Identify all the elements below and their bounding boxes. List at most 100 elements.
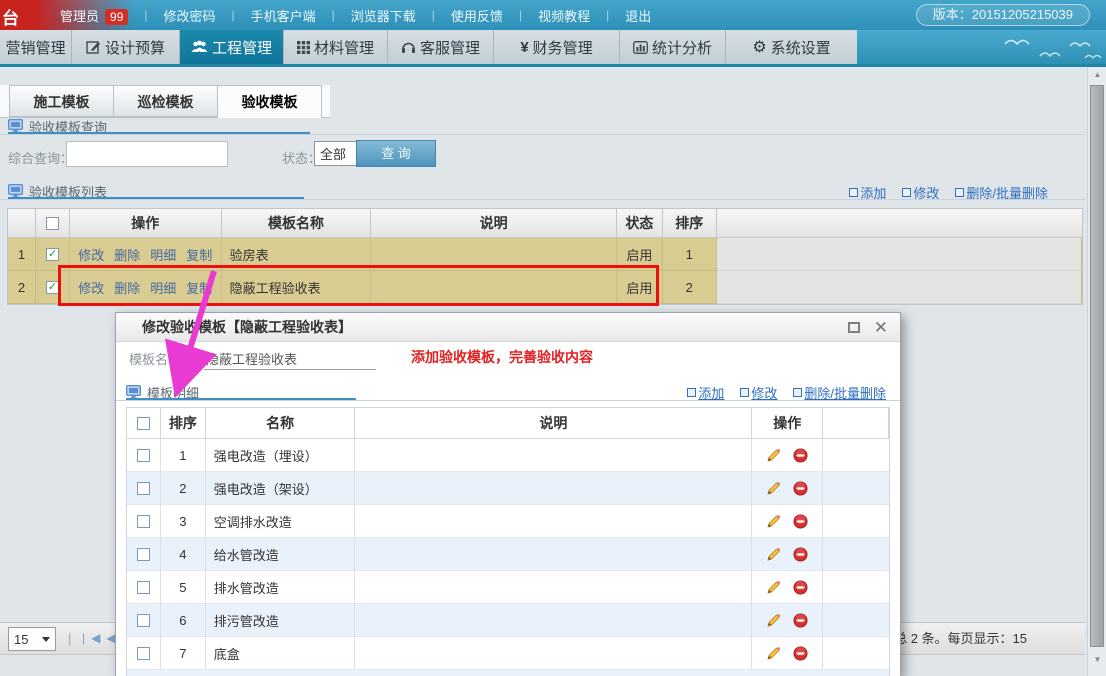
scroll-up-icon[interactable]: ▲: [1088, 67, 1106, 83]
scroll-down-icon[interactable]: ▼: [1088, 652, 1106, 668]
version-badge: 版本：20151205215039: [916, 4, 1090, 26]
filler-cell: [717, 271, 1082, 304]
detail-order: 3: [161, 505, 206, 538]
select-all-checkbox[interactable]: [137, 417, 150, 430]
add-icon: [849, 188, 858, 197]
column-header-status: 状态: [617, 209, 663, 238]
remove-minus-icon[interactable]: [793, 580, 808, 595]
row-checkbox[interactable]: [137, 581, 150, 594]
remove-minus-icon[interactable]: [793, 613, 808, 628]
bird-icon: [880, 30, 1106, 64]
menu-item-feedback[interactable]: 使用反馈: [445, 6, 509, 25]
page-size-select[interactable]: 15: [8, 627, 56, 651]
detail-order: 2: [161, 472, 206, 505]
column-header-desc: 说明: [371, 209, 617, 238]
template-tabstrip: 施工模板 巡检模板 验收模板: [0, 85, 330, 118]
menu-item-mobile-client[interactable]: 手机客户端: [245, 6, 322, 25]
detail-toolbar: 添加 修改 删除/批量删除: [687, 383, 886, 402]
close-icon[interactable]: ✕: [874, 319, 888, 336]
row-checkbox[interactable]: [137, 482, 150, 495]
keyword-input[interactable]: [66, 141, 228, 167]
pencil-edit-icon[interactable]: [766, 613, 781, 628]
nav-item-design-budget[interactable]: 设计预算: [72, 30, 180, 64]
dropdown-arrow-icon: [42, 637, 50, 642]
row-checkbox[interactable]: [137, 548, 150, 561]
tab-acceptance-template[interactable]: 验收模板: [217, 85, 322, 118]
pencil-edit-icon[interactable]: [766, 481, 781, 496]
detail-order: 1: [161, 439, 206, 472]
row-checkbox[interactable]: [137, 449, 150, 462]
detail-name: 空调排水改造: [206, 505, 356, 538]
select-all-checkbox[interactable]: [46, 217, 59, 230]
pagination-summary: ，总 2 条。每页显示：15: [881, 623, 1027, 655]
nav-item-settings[interactable]: ⚙ 系统设置: [726, 30, 857, 64]
remove-minus-icon[interactable]: [793, 547, 808, 562]
select-all-header: [36, 209, 70, 238]
row-number: 1: [8, 238, 36, 271]
row-checkbox[interactable]: [137, 647, 150, 660]
nav-item-statistics[interactable]: 统计分析: [620, 30, 726, 64]
detail-order: 4: [161, 538, 206, 571]
menu-item-logout[interactable]: 退出: [619, 6, 657, 25]
remove-minus-icon[interactable]: [793, 514, 808, 529]
delete-link[interactable]: 删除/批量删除: [793, 383, 886, 402]
add-link[interactable]: 添加: [687, 383, 724, 402]
nav-item-finance[interactable]: ¥ 财务管理: [494, 30, 620, 64]
detail-row: 7 底盒: [127, 637, 889, 670]
tab-inspection-template[interactable]: 巡检模板: [113, 85, 218, 117]
pencil-edit-icon[interactable]: [766, 580, 781, 595]
row-edit-link[interactable]: 修改: [78, 245, 104, 264]
scrollbar-thumb[interactable]: [1090, 85, 1104, 647]
nav-item-project[interactable]: 工程管理: [180, 30, 284, 64]
detail-desc: [355, 439, 752, 472]
yen-icon: ¥: [520, 39, 528, 56]
row-delete-link[interactable]: 删除: [114, 245, 140, 264]
nav-item-marketing[interactable]: 营销管理: [0, 30, 72, 64]
delete-icon: [955, 188, 964, 197]
detail-row: 5 排水管改造: [127, 571, 889, 604]
row-checkbox[interactable]: [137, 515, 150, 528]
edit-link[interactable]: 修改: [740, 383, 777, 402]
detail-header-row: 排序 名称 说明 操作: [127, 408, 889, 439]
edit-icon: [740, 388, 749, 397]
nav-item-material[interactable]: 材料管理: [284, 30, 388, 64]
first-page-icon[interactable]: |◀: [82, 631, 106, 645]
detail-name: 底盒: [206, 637, 356, 670]
highlight-annotation-box: [58, 265, 659, 306]
detail-name: 排污管改造: [206, 604, 356, 637]
menu-item-video-tutorial[interactable]: 视频教程: [532, 6, 596, 25]
detail-desc: [355, 538, 752, 571]
pencil-edit-icon[interactable]: [766, 646, 781, 661]
row-checkbox[interactable]: ✓: [46, 281, 59, 294]
detail-order: 7: [161, 637, 206, 670]
filler-cell: [717, 238, 1082, 271]
notification-badge[interactable]: 99: [105, 9, 128, 25]
search-button[interactable]: 查 询: [356, 140, 436, 167]
pencil-edit-icon[interactable]: [766, 547, 781, 562]
remove-minus-icon[interactable]: [793, 448, 808, 463]
row-detail-link[interactable]: 明细: [150, 245, 176, 264]
column-header-op: 操作: [70, 209, 222, 238]
pencil-edit-icon[interactable]: [766, 514, 781, 529]
pencil-edit-icon[interactable]: [766, 448, 781, 463]
menu-item-admin[interactable]: 管理员99: [54, 6, 134, 25]
tab-construction-template[interactable]: 施工模板: [9, 85, 114, 117]
detail-row: 6 排污管改造: [127, 604, 889, 637]
detail-row: 2 强电改造（架设）: [127, 472, 889, 505]
remove-minus-icon[interactable]: [793, 646, 808, 661]
row-copy-link[interactable]: 复制: [186, 245, 212, 264]
vertical-scrollbar[interactable]: ▲ ▼: [1087, 67, 1106, 676]
menu-item-change-password[interactable]: 修改密码: [158, 6, 222, 25]
section-divider: [0, 134, 1085, 135]
row-checkbox[interactable]: [137, 614, 150, 627]
menu-item-browser-download[interactable]: 浏览器下载: [345, 6, 422, 25]
detail-row: 3 空调排水改造: [127, 505, 889, 538]
maximize-icon[interactable]: [848, 322, 860, 333]
team-icon: [191, 40, 208, 54]
nav-item-service[interactable]: 客服管理: [388, 30, 494, 64]
remove-minus-icon[interactable]: [793, 481, 808, 496]
edit-icon: [86, 40, 101, 55]
order-value: 1: [663, 238, 717, 271]
row-checkbox[interactable]: ✓: [46, 248, 59, 261]
gear-icon: ⚙: [752, 37, 766, 57]
